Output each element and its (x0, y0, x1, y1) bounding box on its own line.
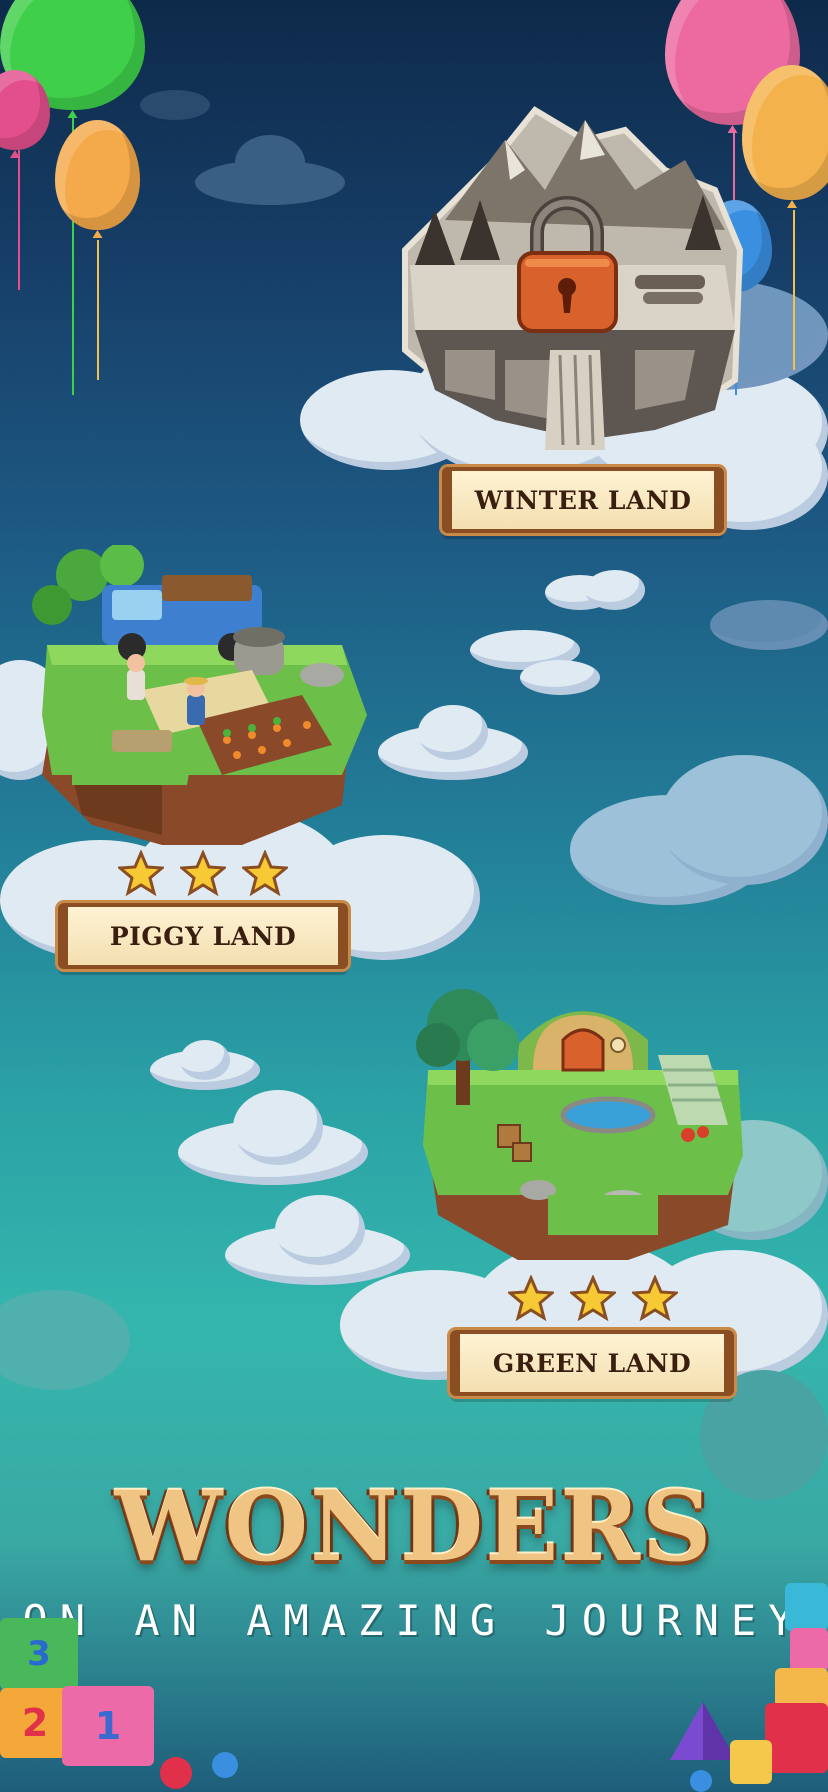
toy-block (790, 1628, 828, 1672)
background-cloud (195, 130, 345, 210)
toy-block (785, 1583, 828, 1631)
background-cloud (378, 705, 528, 785)
balloon-string (18, 150, 20, 290)
star-icon (180, 850, 226, 896)
winter-land-label-text: WINTER LAND (474, 485, 692, 515)
background-cloud (470, 620, 600, 700)
piggy-land-island[interactable] (12, 545, 372, 865)
toy-ball (690, 1770, 712, 1792)
lock-icon (515, 195, 620, 335)
background-cloud (0, 1280, 130, 1390)
background-cloud (140, 80, 230, 120)
toy-block-3: 3 (0, 1618, 78, 1690)
headline-title: WONDERS (114, 1470, 714, 1583)
green-land-label[interactable]: GREEN LAND (450, 1330, 734, 1396)
background-cloud (150, 1040, 260, 1095)
toy-ball (212, 1752, 238, 1778)
star-icon (508, 1275, 554, 1321)
star-icon (118, 850, 164, 896)
toy-block (765, 1703, 828, 1773)
toy-pyramid (670, 1702, 736, 1760)
star-icon (570, 1275, 616, 1321)
winter-land-label[interactable]: WINTER LAND (442, 467, 724, 533)
background-cloud (570, 745, 828, 915)
balloon-string (97, 240, 99, 380)
star-icon (632, 1275, 678, 1321)
background-cloud (710, 600, 828, 660)
green-land-label-text: GREEN LAND (492, 1348, 692, 1378)
balloon-string (793, 210, 795, 370)
toy-block-2: 2 (0, 1688, 70, 1758)
piggy-land-label-text: PIGGY LAND (109, 921, 297, 951)
green-land-island[interactable] (408, 985, 748, 1285)
background-cloud (178, 1090, 368, 1190)
toy-block (730, 1740, 772, 1784)
tagline: ON AN AMAZING JOURNEY (22, 1596, 806, 1645)
piggy-land-label[interactable]: PIGGY LAND (58, 903, 348, 969)
star-icon (242, 850, 288, 896)
orange-balloon (55, 120, 140, 230)
toy-ball (160, 1757, 192, 1789)
toy-block-1: 1 (62, 1686, 154, 1766)
background-cloud (545, 570, 675, 620)
